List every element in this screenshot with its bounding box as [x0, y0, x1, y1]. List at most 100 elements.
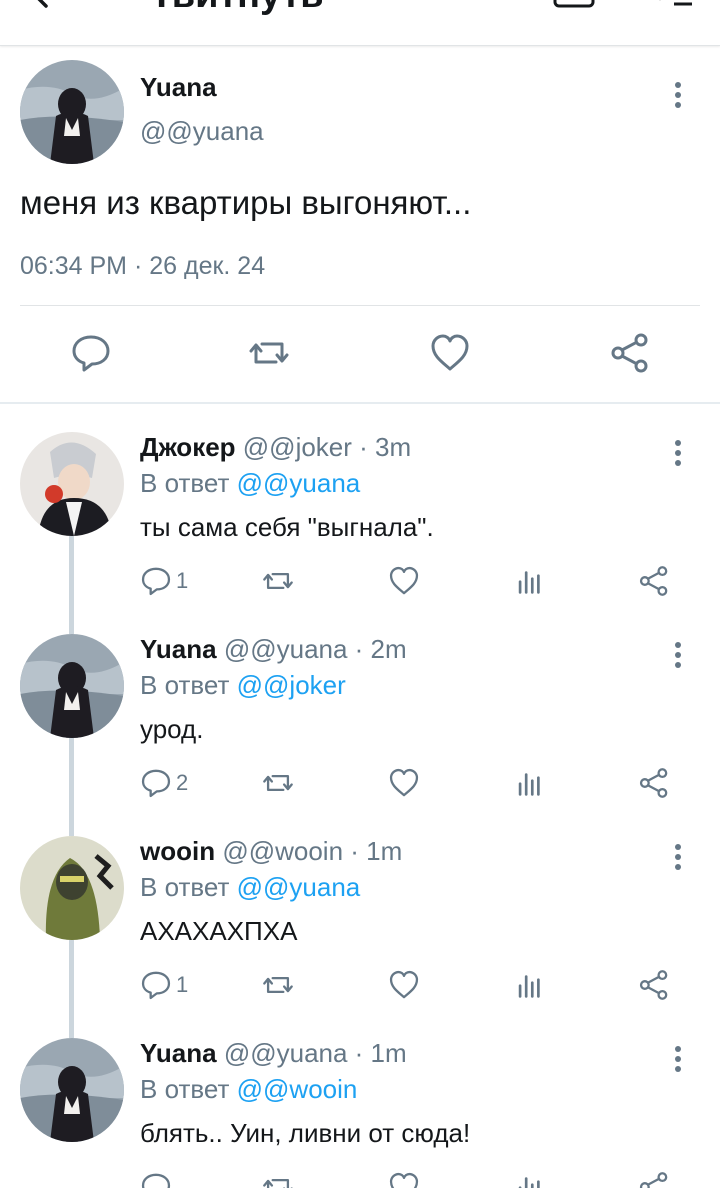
reply-header: Yuana @@yuana · 1m — [140, 1038, 407, 1069]
more-options-icon[interactable] — [673, 642, 683, 672]
more-options-icon[interactable] — [673, 82, 683, 112]
analytics-icon — [518, 975, 540, 998]
like-icon — [389, 768, 419, 797]
like-icon — [389, 566, 419, 595]
like-button[interactable] — [388, 968, 420, 1002]
tweet-text: меня из квартиры выгоняют... — [20, 184, 472, 221]
author-name[interactable]: wooin — [140, 836, 215, 866]
replying-to-label: В ответ — [140, 1074, 230, 1104]
reply-header: Yuana @@yuana · 2m — [140, 634, 407, 665]
share-button[interactable] — [638, 564, 670, 598]
share-icon — [639, 1172, 668, 1188]
like-icon — [389, 970, 419, 999]
analytics-icon — [518, 1177, 540, 1188]
retweet-icon — [263, 775, 293, 791]
avatar[interactable] — [20, 60, 124, 164]
replying-to: В ответ @@joker — [140, 670, 346, 701]
reply-button[interactable] — [140, 1170, 172, 1188]
analytics-button[interactable] — [514, 1170, 546, 1188]
like-icon — [389, 1172, 419, 1188]
retweet-icon[interactable] — [248, 332, 290, 374]
analytics-button[interactable] — [514, 564, 546, 598]
retweet-button[interactable] — [262, 564, 294, 598]
reply-icon[interactable] — [70, 332, 112, 374]
avatar[interactable] — [20, 1038, 124, 1142]
reply-tweet[interactable]: wooin @@wooin · 1m В ответ @@yuana АХАХА… — [0, 808, 720, 1010]
avatar-image — [20, 634, 124, 738]
reply-icon — [141, 769, 171, 798]
reply-tweet[interactable]: Джокер @@joker · 3m В ответ @@yuana ты с… — [0, 404, 720, 606]
replying-to: В ответ @@yuana — [140, 468, 360, 499]
back-arrow-icon[interactable] — [28, 0, 68, 18]
more-options-icon[interactable] — [673, 844, 683, 874]
like-icon[interactable] — [429, 332, 471, 374]
retweet-icon — [263, 977, 293, 993]
retweet-button[interactable] — [262, 968, 294, 1002]
avatar[interactable] — [20, 432, 124, 536]
author-name[interactable]: Yuana — [140, 1038, 217, 1068]
reply-header: wooin @@wooin · 1m — [140, 836, 402, 867]
replying-to-label: В ответ — [140, 872, 230, 902]
replying-to-link[interactable]: @@joker — [237, 670, 346, 700]
reply-tweet[interactable]: Yuana @@yuana · 2m В ответ @@joker урод.… — [0, 606, 720, 808]
reply-button[interactable]: 1 — [140, 968, 188, 1002]
analytics-button[interactable] — [514, 968, 546, 1002]
reply-count: 1 — [176, 568, 189, 593]
avatar[interactable] — [20, 634, 124, 738]
reply-icon — [141, 971, 171, 1000]
analytics-icon — [518, 773, 540, 796]
more-options-icon[interactable] — [673, 440, 683, 470]
reply-button[interactable]: 2 — [140, 766, 188, 800]
avatar-image — [20, 60, 124, 164]
share-icon — [639, 970, 668, 1000]
share-button[interactable] — [638, 1170, 670, 1188]
reply-actions: 2 — [140, 766, 700, 800]
author-handle[interactable]: @@joker · 3m — [243, 432, 411, 462]
share-button[interactable] — [638, 766, 670, 800]
reply-text: ты сама себя "выгнала". — [140, 512, 434, 542]
reply-actions: 1 — [140, 968, 700, 1002]
retweet-icon — [263, 1179, 293, 1188]
reply-icon — [141, 1173, 171, 1188]
author-name[interactable]: Yuana — [140, 634, 217, 664]
avatar[interactable] — [20, 836, 124, 940]
author-name[interactable]: Yuana — [140, 72, 217, 103]
author-handle[interactable]: @@wooin · 1m — [222, 836, 402, 866]
analytics-button[interactable] — [514, 766, 546, 800]
like-button[interactable] — [388, 1170, 420, 1188]
share-icon — [639, 566, 668, 596]
separator — [20, 305, 700, 306]
analytics-icon — [518, 571, 540, 594]
author-handle[interactable]: @@yuana · 2m — [224, 634, 407, 664]
reply-actions: 1 — [140, 564, 700, 598]
main-tweet: Yuana @@yuana меня из квартиры выгоняют.… — [0, 46, 720, 402]
like-button[interactable] — [388, 766, 420, 800]
sort-icon[interactable] — [648, 0, 694, 10]
retweet-button[interactable] — [262, 766, 294, 800]
replying-to-link[interactable]: @@yuana — [237, 872, 361, 902]
more-options-icon[interactable] — [673, 1046, 683, 1076]
replying-to-label: В ответ — [140, 670, 230, 700]
replying-to-link[interactable]: @@yuana — [237, 468, 361, 498]
avatar-image — [20, 836, 124, 940]
author-handle[interactable]: @@yuana · 1m — [224, 1038, 407, 1068]
share-icon[interactable] — [609, 332, 651, 374]
reply-count: 1 — [176, 972, 189, 997]
reply-icon — [141, 567, 171, 596]
share-button[interactable] — [638, 968, 670, 1002]
like-button[interactable] — [388, 564, 420, 598]
reply-tweet[interactable]: Yuana @@yuana · 1m В ответ @@wooin блять… — [0, 1010, 720, 1188]
share-icon — [639, 768, 668, 798]
author-handle[interactable]: @@yuana — [140, 116, 264, 147]
reply-header: Джокер @@joker · 3m — [140, 432, 411, 463]
retweet-button[interactable] — [262, 1170, 294, 1188]
compose-icon[interactable] — [552, 0, 596, 10]
reply-button[interactable]: 1 — [140, 564, 188, 598]
reply-count: 2 — [176, 770, 189, 795]
author-name[interactable]: Джокер — [140, 432, 236, 462]
reply-text: блять.. Уин, ливни от сюда! — [140, 1118, 471, 1148]
retweet-icon — [263, 573, 293, 589]
avatar-image — [20, 1038, 124, 1142]
replying-to-link[interactable]: @@wooin — [237, 1074, 358, 1104]
reply-actions — [140, 1170, 700, 1188]
